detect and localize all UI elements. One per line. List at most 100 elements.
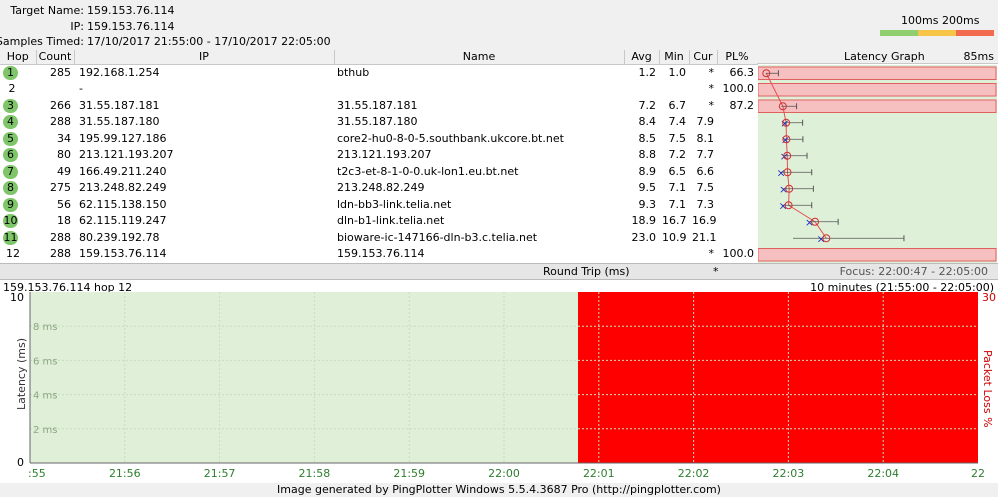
hop-row[interactable]: 8 275 213.248.82.249 213.248.82.249 9.5 7.1 7.… <box>0 180 757 197</box>
col-count[interactable]: Count <box>36 50 75 65</box>
cell-count: 288 <box>50 247 71 261</box>
cell-hop: 4 <box>0 114 36 131</box>
y-axis-title: Latency (ms) <box>15 338 28 410</box>
ip-value: 159.153.76.114 <box>87 20 175 33</box>
scale-green <box>880 30 918 36</box>
cell-ip: 213.248.82.249 <box>79 181 167 195</box>
col-ip[interactable]: IP <box>74 50 335 65</box>
cell-count: 34 <box>57 131 71 145</box>
hop-row[interactable]: 9 56 62.115.138.150 ldn-bb3-link.telia.net 9… <box>0 197 757 214</box>
cell-name: bioware-ic-147166-dln-b3.c.telia.net <box>337 230 538 244</box>
cell-cur: 7.3 <box>696 197 715 211</box>
cell-cur: * <box>708 66 715 79</box>
col-min[interactable]: Min <box>659 50 690 65</box>
target-name-row: Target Name: 159.153.76.114 <box>0 3 998 19</box>
latency-graph-max: 85ms <box>963 50 994 63</box>
cell-name: 31.55.187.180 <box>337 115 418 129</box>
cell-ip: 195.99.127.186 <box>79 131 167 145</box>
hop-row[interactable]: 2 - * 100.0 <box>0 81 757 98</box>
timeline-graph: 8 ms 6 ms 4 ms 2 ms 10 0 30 Latency (ms) Pa… <box>10 291 996 480</box>
hop-row[interactable]: 6 80 213.121.193.207 213.121.193.207 8.8 7.2 7… <box>0 147 757 164</box>
cell-avg: 9.3 <box>638 197 657 211</box>
cell-hop: 10 <box>0 213 36 230</box>
x-tick-label: 21:59 <box>393 467 425 480</box>
hop-number: 2 <box>8 82 16 96</box>
hop-table-panel: Hop Count IP Name Avg Min Cur PL% 1 285 19… <box>0 50 998 263</box>
cell-ip: 213.121.193.207 <box>79 148 174 162</box>
cell-min: 10.9 <box>662 230 687 244</box>
cell-pl <box>717 213 757 230</box>
hop-row[interactable]: 5 34 195.99.127.186 core2-hu0-8-0-5.southba… <box>0 131 757 148</box>
x-tick-label: 22:01 <box>583 467 615 480</box>
col-name[interactable]: Name <box>334 50 625 65</box>
y-tick-label: 2 ms <box>33 425 58 436</box>
scale-red <box>956 30 994 36</box>
cell-min: 7.4 <box>668 115 687 129</box>
hop-number: 1 <box>3 66 18 80</box>
cell-ip: 192.168.1.254 <box>79 66 160 79</box>
cell-min: 1.0 <box>668 66 687 79</box>
cell-cur: 7.7 <box>696 148 715 162</box>
x-tick-label: 21:56 <box>109 467 141 480</box>
round-trip-label: Round Trip (ms) <box>543 265 630 278</box>
hop-row[interactable]: 12 288 159.153.76.114 159.153.76.114 * 100.0 <box>0 246 757 263</box>
latency-color-scale <box>880 30 994 36</box>
hop-row[interactable]: 3 266 31.55.187.181 31.55.187.181 7.2 6.7 * 87.… <box>0 98 757 115</box>
hop-row[interactable]: 10 18 62.115.119.247 dln-b1-link.telia.net 1… <box>0 213 757 230</box>
col-hop[interactable]: Hop <box>0 50 37 65</box>
latency-graph: ×××××××× <box>758 65 997 263</box>
scale-200-label: 200ms <box>942 14 980 27</box>
cell-name <box>334 81 624 98</box>
cell-cur: * <box>708 82 715 96</box>
cell-pl: 100.0 <box>722 247 755 261</box>
cell-avg: 8.5 <box>638 131 657 145</box>
cell-count: 49 <box>57 164 71 178</box>
cell-min: 6.7 <box>668 98 687 112</box>
hop-number: 6 <box>3 148 18 163</box>
cell-name: t2c3-et-8-1-0-0.uk-lon1.eu.bt.net <box>337 164 519 178</box>
cell-hop: 12 <box>0 246 36 263</box>
y-bottom-label: 0 <box>17 456 24 469</box>
y-top-label: 10 <box>10 291 24 304</box>
cell-cur: * <box>708 98 715 112</box>
cell-ip: 159.153.76.114 <box>79 247 167 261</box>
header-panel: Target Name: 159.153.76.114 IP: 159.153.… <box>0 0 998 50</box>
packet-loss-bar <box>758 66 997 80</box>
samples-value: 17/10/2017 21:55:00 - 17/10/2017 22:05:0… <box>87 35 331 48</box>
current-latency-marker: × <box>780 117 789 130</box>
scale-100-label: 100ms <box>901 14 939 27</box>
cell-avg: 8.9 <box>638 164 657 178</box>
hop-row[interactable]: 11 288 80.239.192.78 bioware-ic-147166-dln-… <box>0 230 757 247</box>
target-name-value: 159.153.76.114 <box>87 4 175 17</box>
y2-axis-title: Packet Loss % <box>981 350 994 428</box>
ip-label: IP: <box>70 20 84 33</box>
x-tick-label: 21:57 <box>204 467 236 480</box>
cell-name: core2-hu0-8-0-5.southbank.ukcore.bt.net <box>337 131 564 145</box>
cell-pl <box>717 197 757 214</box>
cell-avg <box>624 246 659 263</box>
cell-avg: 18.9 <box>631 214 657 228</box>
y-tick-label: 6 ms <box>33 356 58 367</box>
current-latency-marker: × <box>779 183 788 196</box>
cell-hop: 9 <box>0 197 36 214</box>
col-pl[interactable]: PL% <box>717 50 758 65</box>
cell-pl: 66.3 <box>729 66 755 79</box>
cell-min: 6.5 <box>668 164 687 178</box>
cell-hop: 3 <box>0 98 36 115</box>
cell-ip: 31.55.187.180 <box>79 115 160 129</box>
hop-number: 5 <box>3 131 18 146</box>
cell-cur: * <box>708 247 715 261</box>
cell-avg: 23.0 <box>631 230 657 244</box>
col-avg[interactable]: Avg <box>624 50 660 65</box>
hop-row[interactable]: 1 285 192.168.1.254 bthub 1.2 1.0 * 66.3 <box>0 65 757 82</box>
cell-name: 31.55.187.181 <box>337 98 418 112</box>
cell-name: 159.153.76.114 <box>337 247 425 261</box>
cell-count: 285 <box>50 66 71 79</box>
latency-graph-label: Latency Graph <box>844 50 925 63</box>
hop-row[interactable]: 4 288 31.55.187.180 31.55.187.180 8.4 7.4 7.9 <box>0 114 757 131</box>
col-cur[interactable]: Cur <box>689 50 718 65</box>
hop-number: 3 <box>3 98 18 113</box>
cell-ip: - <box>79 82 83 96</box>
hop-row[interactable]: 7 49 166.49.211.240 t2c3-et-8-1-0-0.uk-lon1… <box>0 164 757 181</box>
cell-avg: 8.8 <box>638 148 657 162</box>
